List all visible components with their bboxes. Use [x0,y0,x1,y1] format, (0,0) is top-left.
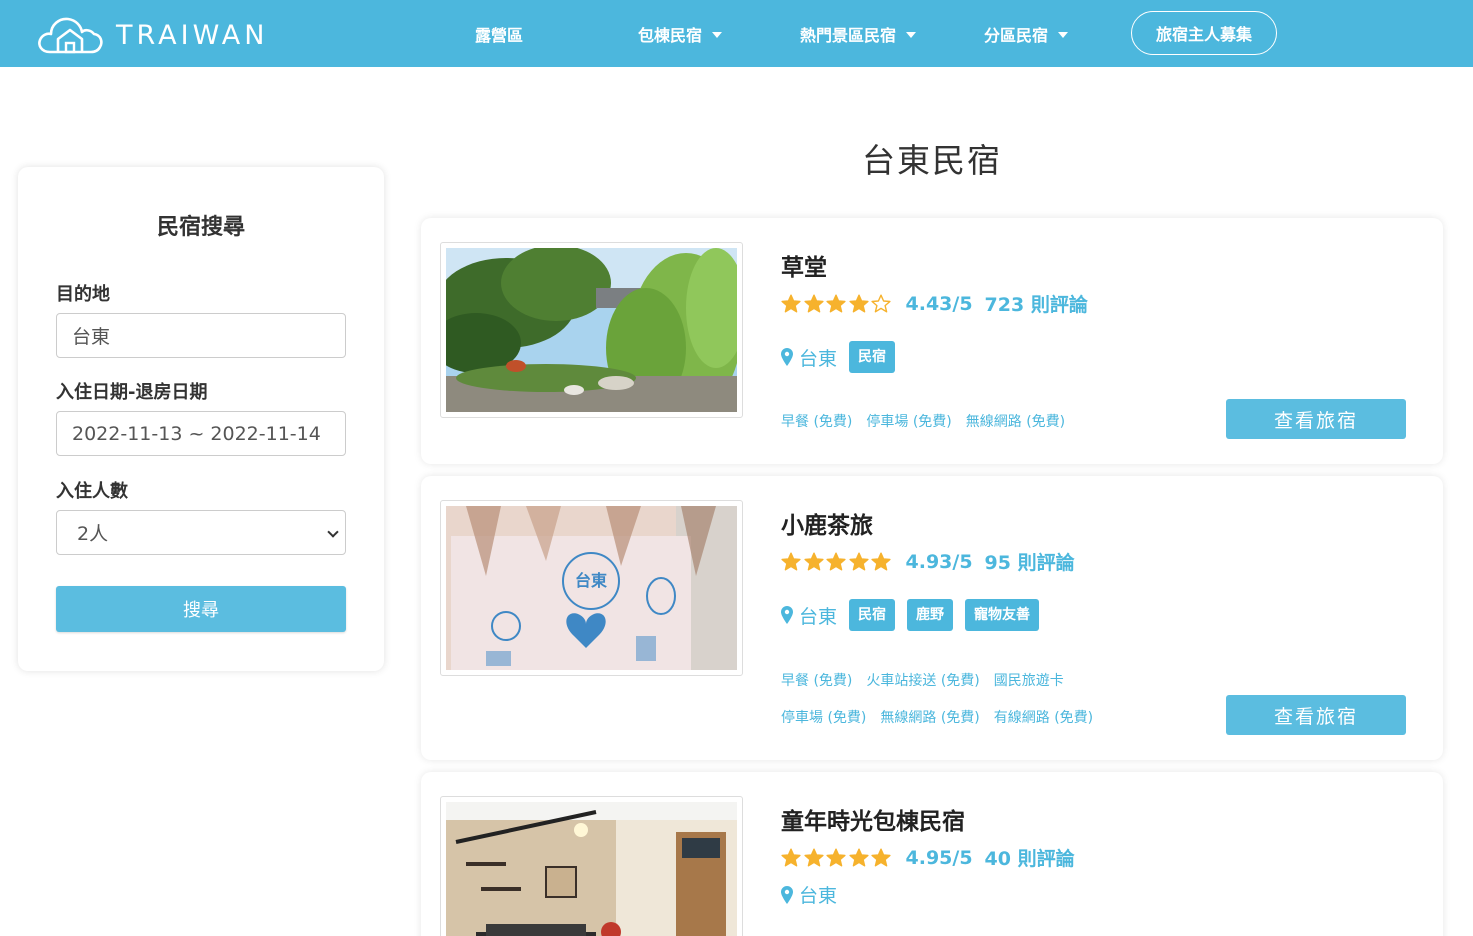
rating: 4.95/5 40 則評論 [781,844,1075,871]
svg-text:台東: 台東 [575,571,607,590]
garden-photo [431,245,746,413]
location-row: 台東 民宿 鹿野 寵物友善 [781,599,1051,631]
listing-photo[interactable] [440,796,743,936]
nav-item-regions[interactable]: 分區民宿 [984,22,1069,46]
location-text: 台東 [799,347,838,370]
chevron-down-icon [327,526,339,538]
date-range-input[interactable]: 2022-11-13 ~ 2022-11-14 [56,411,346,456]
listing-photo[interactable]: 台東 [440,500,743,676]
dates-label: 入住日期-退房日期 [56,382,208,403]
page-title: 台東民宿 [862,141,1002,180]
star-filled-icon [826,848,846,866]
location-row: 台東 民宿 [781,341,907,373]
nav-item-label: 包棟民宿 [638,26,703,45]
map-pin-icon [781,348,793,366]
review-count[interactable]: 40 則評論 [985,844,1075,871]
amenity-item: 火車站接送 (免費) [866,673,980,689]
nav-item-camping[interactable]: 露營區 [475,22,523,46]
star-filled-icon [871,848,891,866]
caret-down-icon [712,32,723,38]
review-count[interactable]: 723 則評論 [985,290,1088,317]
caret-down-icon [906,32,917,38]
rating: 4.43/5 723 則評論 [781,290,1088,317]
star-filled-icon [803,552,824,570]
listing-name[interactable]: 童年時光包棟民宿 [781,802,965,836]
star-filled-icon [848,552,869,570]
destination-label: 目的地 [56,284,110,305]
rating: 4.93/5 95 則評論 [781,548,1075,575]
star-rating [781,848,894,868]
review-count[interactable]: 95 則評論 [985,548,1075,575]
cloud-house-icon [38,17,103,54]
star-filled-icon [781,848,801,866]
caret-down-icon [1058,32,1069,38]
view-listing-button[interactable]: 查看旅宿 [1226,695,1406,735]
star-rating [781,552,894,572]
star-rating [781,294,894,314]
rating-score: 4.95/5 [905,846,973,869]
brand-name: TRAIWAN [116,19,269,51]
map-pin-icon [781,885,793,904]
tag-badge[interactable]: 民宿 [849,599,896,631]
listing-name[interactable]: 小鹿茶旅 [781,506,873,540]
star-filled-icon [781,294,801,312]
listing-card: 草堂 4.43/5 723 則評論 台東 民宿 早餐 (免費) 停車場 (免費)… [421,218,1443,464]
destination-input[interactable]: 台東 [56,313,346,358]
amenity-item: 停車場 (免費) [866,414,952,430]
amenity-item: 無線網路 (免費) [880,710,980,726]
location-text: 台東 [799,605,838,628]
nav-item-label: 熱門景區民宿 [800,26,897,45]
amenities-list: 早餐 (免費) 火車站接送 (免費) 國民旅遊卡 [781,670,1078,690]
map-pin-icon [781,606,793,624]
view-listing-button[interactable]: 查看旅宿 [1226,399,1406,439]
guests-label: 入住人數 [56,481,128,502]
amenities-list: 停車場 (免費) 無線網路 (免費) 有線網路 (免費) [781,707,1107,727]
location-row: 台東 [781,881,849,908]
amenities-list: 早餐 (免費) 停車場 (免費) 無線網路 (免費) [781,411,1079,431]
star-filled-icon [781,552,801,570]
amenity-item: 早餐 (免費) [781,673,853,689]
listing-card: 童年時光包棟民宿 4.95/5 40 則評論 台東 [421,772,1443,936]
brand-logo[interactable]: TRAIWAN [36,14,268,56]
search-title: 民宿搜尋 [156,215,245,240]
listing-photo[interactable] [431,242,746,418]
rating-score: 4.93/5 [905,550,973,573]
star-filled-icon [848,848,869,866]
rating-score: 4.43/5 [905,292,973,315]
star-filled-icon [826,294,846,312]
top-navbar: TRAIWAN 露營區 包棟民宿 熱門景區民宿 分區民宿 旅宿主人募集 [0,0,1473,67]
location-text: 台東 [799,885,838,907]
amenity-item: 早餐 (免費) [781,414,853,430]
nav-item-popular-spots[interactable]: 熱門景區民宿 [800,22,917,46]
star-filled-icon [871,552,891,570]
search-panel: 民宿搜尋 目的地 台東 入住日期-退房日期 2022-11-13 ~ 2022-… [18,167,384,671]
listing-name[interactable]: 草堂 [781,248,827,282]
listing-card: 台東 小鹿茶旅 4.93/5 95 則評論 台東 民宿 鹿野 寵物友善 早餐 (… [421,476,1443,760]
amenity-item: 無線網路 (免費) [965,414,1066,430]
star-filled-icon [803,848,824,866]
nav-item-whole-house[interactable]: 包棟民宿 [638,22,723,46]
tag-badge[interactable]: 鹿野 [907,599,954,631]
tag-badge[interactable]: 民宿 [849,341,896,373]
host-recruit-button[interactable]: 旅宿主人募集 [1131,11,1277,55]
amenity-item: 停車場 (免費) [781,710,867,726]
nav-item-label: 露營區 [475,26,524,45]
guests-select[interactable]: 2人 [56,510,346,555]
tapestry-photo: 台東 [446,506,737,670]
amenity-item: 國民旅遊卡 [993,673,1064,689]
amenity-item: 有線網路 (免費) [993,710,1094,726]
star-empty-icon [871,294,891,312]
living-room-photo [446,802,737,936]
search-button[interactable]: 搜尋 [56,586,346,632]
star-filled-icon [803,294,824,312]
star-filled-icon [826,552,846,570]
guests-select-value: 2人 [77,523,109,545]
star-filled-icon [848,294,869,312]
nav-item-label: 分區民宿 [984,26,1049,45]
tag-badge[interactable]: 寵物友善 [965,599,1040,631]
